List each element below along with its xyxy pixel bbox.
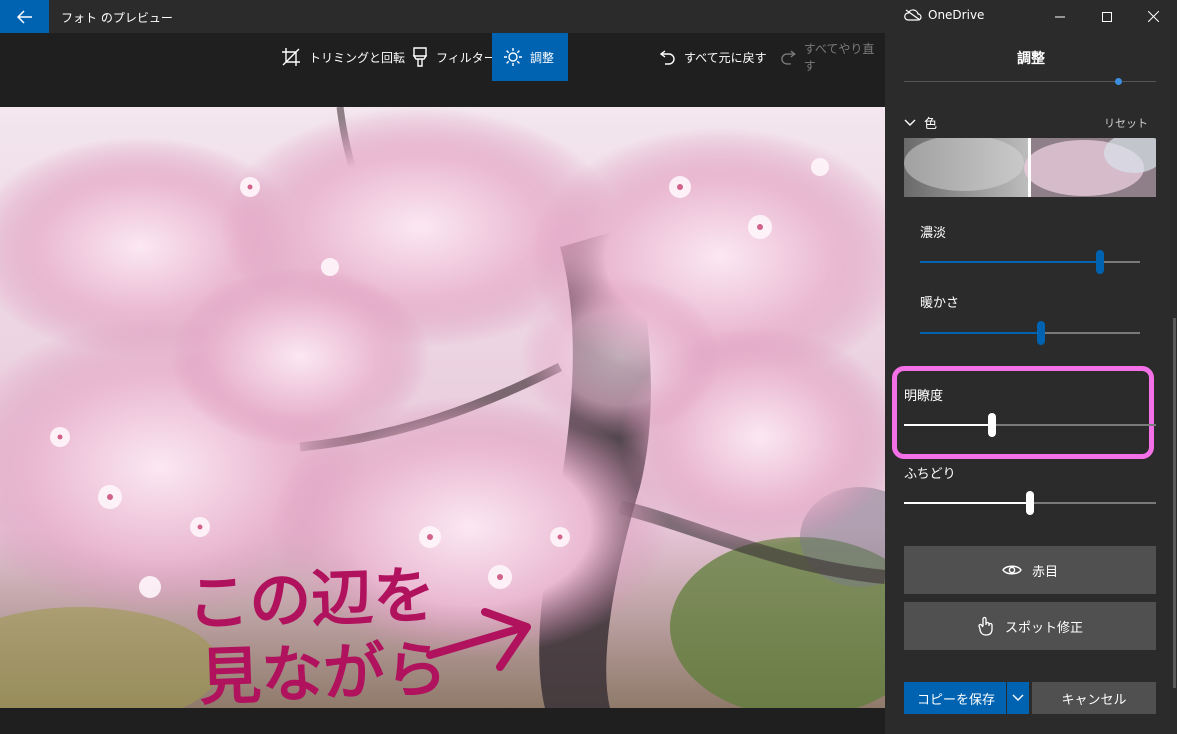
crop-rotate-tab[interactable]: トリミングと回転 xyxy=(281,33,405,81)
close-icon xyxy=(1147,11,1159,22)
cloud-off-icon xyxy=(904,9,922,21)
reset-link[interactable]: リセット xyxy=(1104,115,1148,131)
tint-slider[interactable] xyxy=(920,250,1140,274)
undo-icon xyxy=(660,50,675,65)
adjust-panel: 調整 色 リセット 濃淡 暖かさ 明瞭度 ふちどり 赤目 スポット修正 コピーを… xyxy=(885,33,1177,734)
annotation-line-2: 見ながら xyxy=(198,632,448,708)
color-section-toggle[interactable]: 色 xyxy=(904,113,937,132)
color-preview-strip[interactable] xyxy=(904,138,1156,197)
eye-icon xyxy=(1002,565,1022,575)
vignette-slider[interactable] xyxy=(904,491,1156,515)
crop-icon xyxy=(282,48,300,66)
filter-label: フィルター xyxy=(436,50,496,65)
red-eye-button[interactable]: 赤目 xyxy=(904,546,1156,594)
warmth-slider-fill xyxy=(920,332,1041,334)
back-button[interactable] xyxy=(0,0,49,33)
panel-title: 調整 xyxy=(1017,51,1045,67)
vignette-slider-fill xyxy=(904,502,1030,504)
color-section-label: 色 xyxy=(924,117,938,132)
red-eye-label: 赤目 xyxy=(1031,564,1058,580)
vignette-slider-thumb[interactable] xyxy=(1026,491,1034,515)
redo-icon xyxy=(781,50,796,65)
tint-slider-thumb[interactable] xyxy=(1096,250,1105,274)
clarity-slider-fill xyxy=(904,424,993,426)
adjust-label: 調整 xyxy=(530,50,555,65)
vignette-label: ふちどり xyxy=(904,467,956,482)
adjust-tab[interactable]: 調整 xyxy=(492,33,568,81)
redo-all-label: すべてやり直す xyxy=(803,42,875,73)
spot-fix-button[interactable]: スポット修正 xyxy=(904,602,1156,650)
highlight-box xyxy=(892,366,1154,459)
touch-hand-icon xyxy=(978,616,993,636)
annotation-line-1: この辺を xyxy=(186,558,436,640)
minimize-icon xyxy=(1055,16,1065,17)
spot-fix-label: スポット修正 xyxy=(1004,620,1083,636)
brightness-icon xyxy=(504,48,522,66)
photo-preview[interactable]: この辺を 見ながら xyxy=(0,107,885,708)
filter-tab[interactable]: フィルター xyxy=(412,33,496,81)
warmth-slider[interactable] xyxy=(920,321,1140,345)
tint-slider-fill xyxy=(920,261,1101,263)
panel-scrollbar[interactable] xyxy=(1173,318,1176,688)
clarity-label: 明瞭度 xyxy=(904,389,944,404)
crop-rotate-label: トリミングと回転 xyxy=(309,50,406,65)
edit-toolbar: トリミングと回転 フィルター 調整 すべて元に戻す すべてやり直す xyxy=(0,33,885,81)
filter-brush-icon xyxy=(412,47,428,67)
save-options-dropdown[interactable] xyxy=(1006,682,1029,714)
window-title: フォト のプレビュー xyxy=(61,11,173,25)
clarity-slider[interactable] xyxy=(904,413,1156,437)
title-bar: フォト のプレビュー OneDrive xyxy=(0,0,1177,33)
chevron-down-icon xyxy=(904,119,916,126)
redo-all-button[interactable]: すべてやり直す xyxy=(780,33,885,81)
warmth-label: 暖かさ xyxy=(920,296,960,311)
close-button[interactable] xyxy=(1129,0,1177,33)
tint-label: 濃淡 xyxy=(920,226,947,241)
onedrive-label: OneDrive xyxy=(928,8,985,22)
light-slider-thumb[interactable] xyxy=(1115,78,1122,85)
minimize-button[interactable] xyxy=(1036,0,1084,33)
undo-all-label: すべて元に戻す xyxy=(684,50,767,65)
cherry-blossom-photo: この辺を 見ながら xyxy=(0,107,885,708)
cancel-button[interactable]: キャンセル xyxy=(1032,682,1156,714)
undo-all-button[interactable]: すべて元に戻す xyxy=(660,33,767,81)
onedrive-status[interactable]: OneDrive xyxy=(904,8,984,22)
save-copy-button[interactable]: コピーを保存 xyxy=(904,682,1008,714)
back-arrow-icon xyxy=(16,9,32,24)
maximize-button[interactable] xyxy=(1083,0,1131,33)
photo-bottom-strip xyxy=(0,708,885,734)
chevron-down-icon xyxy=(1012,694,1024,701)
maximize-icon xyxy=(1102,11,1112,22)
color-preview-image xyxy=(904,138,1156,197)
warmth-slider-thumb[interactable] xyxy=(1037,321,1045,345)
clarity-slider-thumb[interactable] xyxy=(988,413,997,437)
